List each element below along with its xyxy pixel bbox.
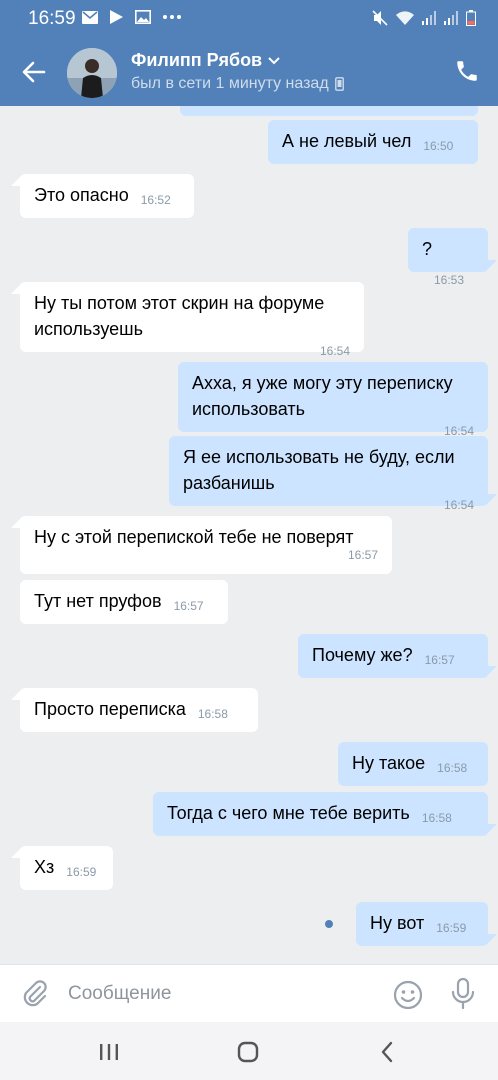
bubble-tail: [11, 174, 23, 186]
contact-name-text: Филипп Рябов: [131, 50, 263, 70]
status-notification-icons: [82, 10, 181, 24]
message-text: Ну такое: [352, 753, 426, 773]
bubble-tail: [11, 516, 23, 528]
message-text: Я ее использовать не буду, если разбаниш…: [183, 447, 455, 493]
message-text: Ну вот: [370, 913, 425, 933]
message-time: 16:59: [66, 865, 97, 879]
message-bubble[interactable]: Ахха, я уже могу эту переписку использов…: [178, 362, 488, 438]
message-time: 16:57: [424, 653, 455, 667]
bubble-tail: [485, 934, 497, 946]
contact-name[interactable]: Филипп Рябов: [131, 50, 280, 71]
chat-header: Филипп Рябов был в сети 1 минуту назад: [0, 38, 498, 106]
bubble-tail: [485, 824, 497, 836]
status-system-icons: [372, 10, 476, 26]
message-time: 16:53: [434, 273, 465, 287]
message-bubble[interactable]: ?16:53: [408, 228, 497, 287]
mobile-icon: [334, 77, 344, 91]
signal-icon: [422, 11, 436, 25]
recent-apps-icon[interactable]: [95, 1038, 123, 1066]
message-text: Это опасно: [34, 185, 129, 205]
message-list[interactable]: А не левый чел 16:50 Это опасно 16:52 ?16:…: [0, 106, 498, 964]
message-bubble[interactable]: Тогда с чего мне тебе верить 16:58: [153, 792, 497, 836]
message-text: Ахха, я уже могу эту переписку использов…: [192, 373, 453, 419]
signal-icon-2: [444, 11, 458, 25]
message-text: А не левый чел: [282, 131, 412, 151]
message-bubble[interactable]: Ну такое 16:58: [338, 742, 488, 786]
message-time: 16:57: [347, 548, 378, 562]
message-bubble-partial: [180, 106, 478, 116]
message-time: 16:54: [443, 498, 474, 512]
status-bar: 16:59: [0, 0, 498, 38]
message-bubble[interactable]: Ну вот 16:59: [356, 902, 497, 946]
contact-status: был в сети 1 минуту назад: [131, 75, 344, 93]
message-bubble[interactable]: Просто переписка 16:58: [11, 688, 258, 732]
message-input[interactable]: [68, 977, 368, 1011]
message-time: 16:58: [421, 811, 452, 825]
bubble-tail: [11, 688, 23, 700]
bubble-tail: [485, 494, 497, 506]
bubble-tail: [11, 846, 23, 858]
message-time: 16:59: [436, 921, 467, 935]
message-time: 16:57: [173, 599, 204, 613]
mute-icon: [372, 10, 388, 26]
message-time: 16:50: [423, 139, 454, 153]
battery-icon: [466, 10, 476, 26]
message-text: Просто переписка: [34, 699, 186, 719]
message-bubble[interactable]: Почему же? 16:57: [298, 634, 497, 678]
message-text: ?: [422, 239, 433, 259]
unread-indicator: [325, 920, 333, 928]
bubble-tail: [485, 666, 497, 678]
system-nav-bar: [0, 1022, 498, 1080]
message-bubble[interactable]: Я ее использовать не буду, если разбаниш…: [169, 436, 497, 512]
phone-icon[interactable]: [454, 58, 480, 84]
nav-back-icon[interactable]: [374, 1038, 402, 1066]
message-bubble[interactable]: Ну с этой перепиской тебе не поверят 16:…: [11, 516, 392, 574]
message-time: 16:54: [319, 344, 350, 358]
message-composer: [0, 964, 498, 1022]
play-icon: [110, 10, 123, 24]
avatar[interactable]: [67, 48, 117, 98]
contact-status-text: был в сети 1 минуту назад: [131, 75, 329, 92]
mail-icon: [82, 10, 98, 24]
message-bubble[interactable]: Тут нет пруфов 16:57: [20, 580, 228, 624]
message-bubble[interactable]: Ну ты потом этот скрин на форуме использ…: [11, 282, 364, 358]
image-icon: [135, 10, 151, 24]
more-icon: [163, 15, 181, 19]
paperclip-icon[interactable]: [20, 979, 50, 1009]
message-text: Ну ты потом этот скрин на форуме использ…: [34, 293, 325, 339]
message-time: 16:58: [437, 761, 468, 775]
bubble-tail: [11, 282, 23, 294]
message-bubble[interactable]: А не левый чел 16:50: [268, 120, 478, 164]
back-arrow-icon[interactable]: [20, 58, 48, 86]
message-bubble[interactable]: Это опасно 16:52: [11, 174, 194, 218]
message-text: Тогда с чего мне тебе верить: [167, 803, 410, 823]
smile-icon[interactable]: [392, 979, 424, 1011]
message-time: 16:58: [197, 707, 228, 721]
home-icon[interactable]: [234, 1038, 262, 1066]
message-text: Почему же?: [312, 645, 413, 665]
message-time: 16:52: [140, 193, 171, 207]
chevron-down-icon[interactable]: [268, 56, 280, 65]
status-time: 16:59: [28, 8, 76, 29]
message-bubble[interactable]: Хз 16:59: [11, 846, 113, 890]
message-text: Тут нет пруфов: [34, 591, 162, 611]
message-text: Хз: [34, 857, 55, 877]
mic-icon[interactable]: [450, 977, 476, 1011]
bubble-tail: [485, 260, 497, 272]
wifi-icon: [396, 11, 414, 25]
